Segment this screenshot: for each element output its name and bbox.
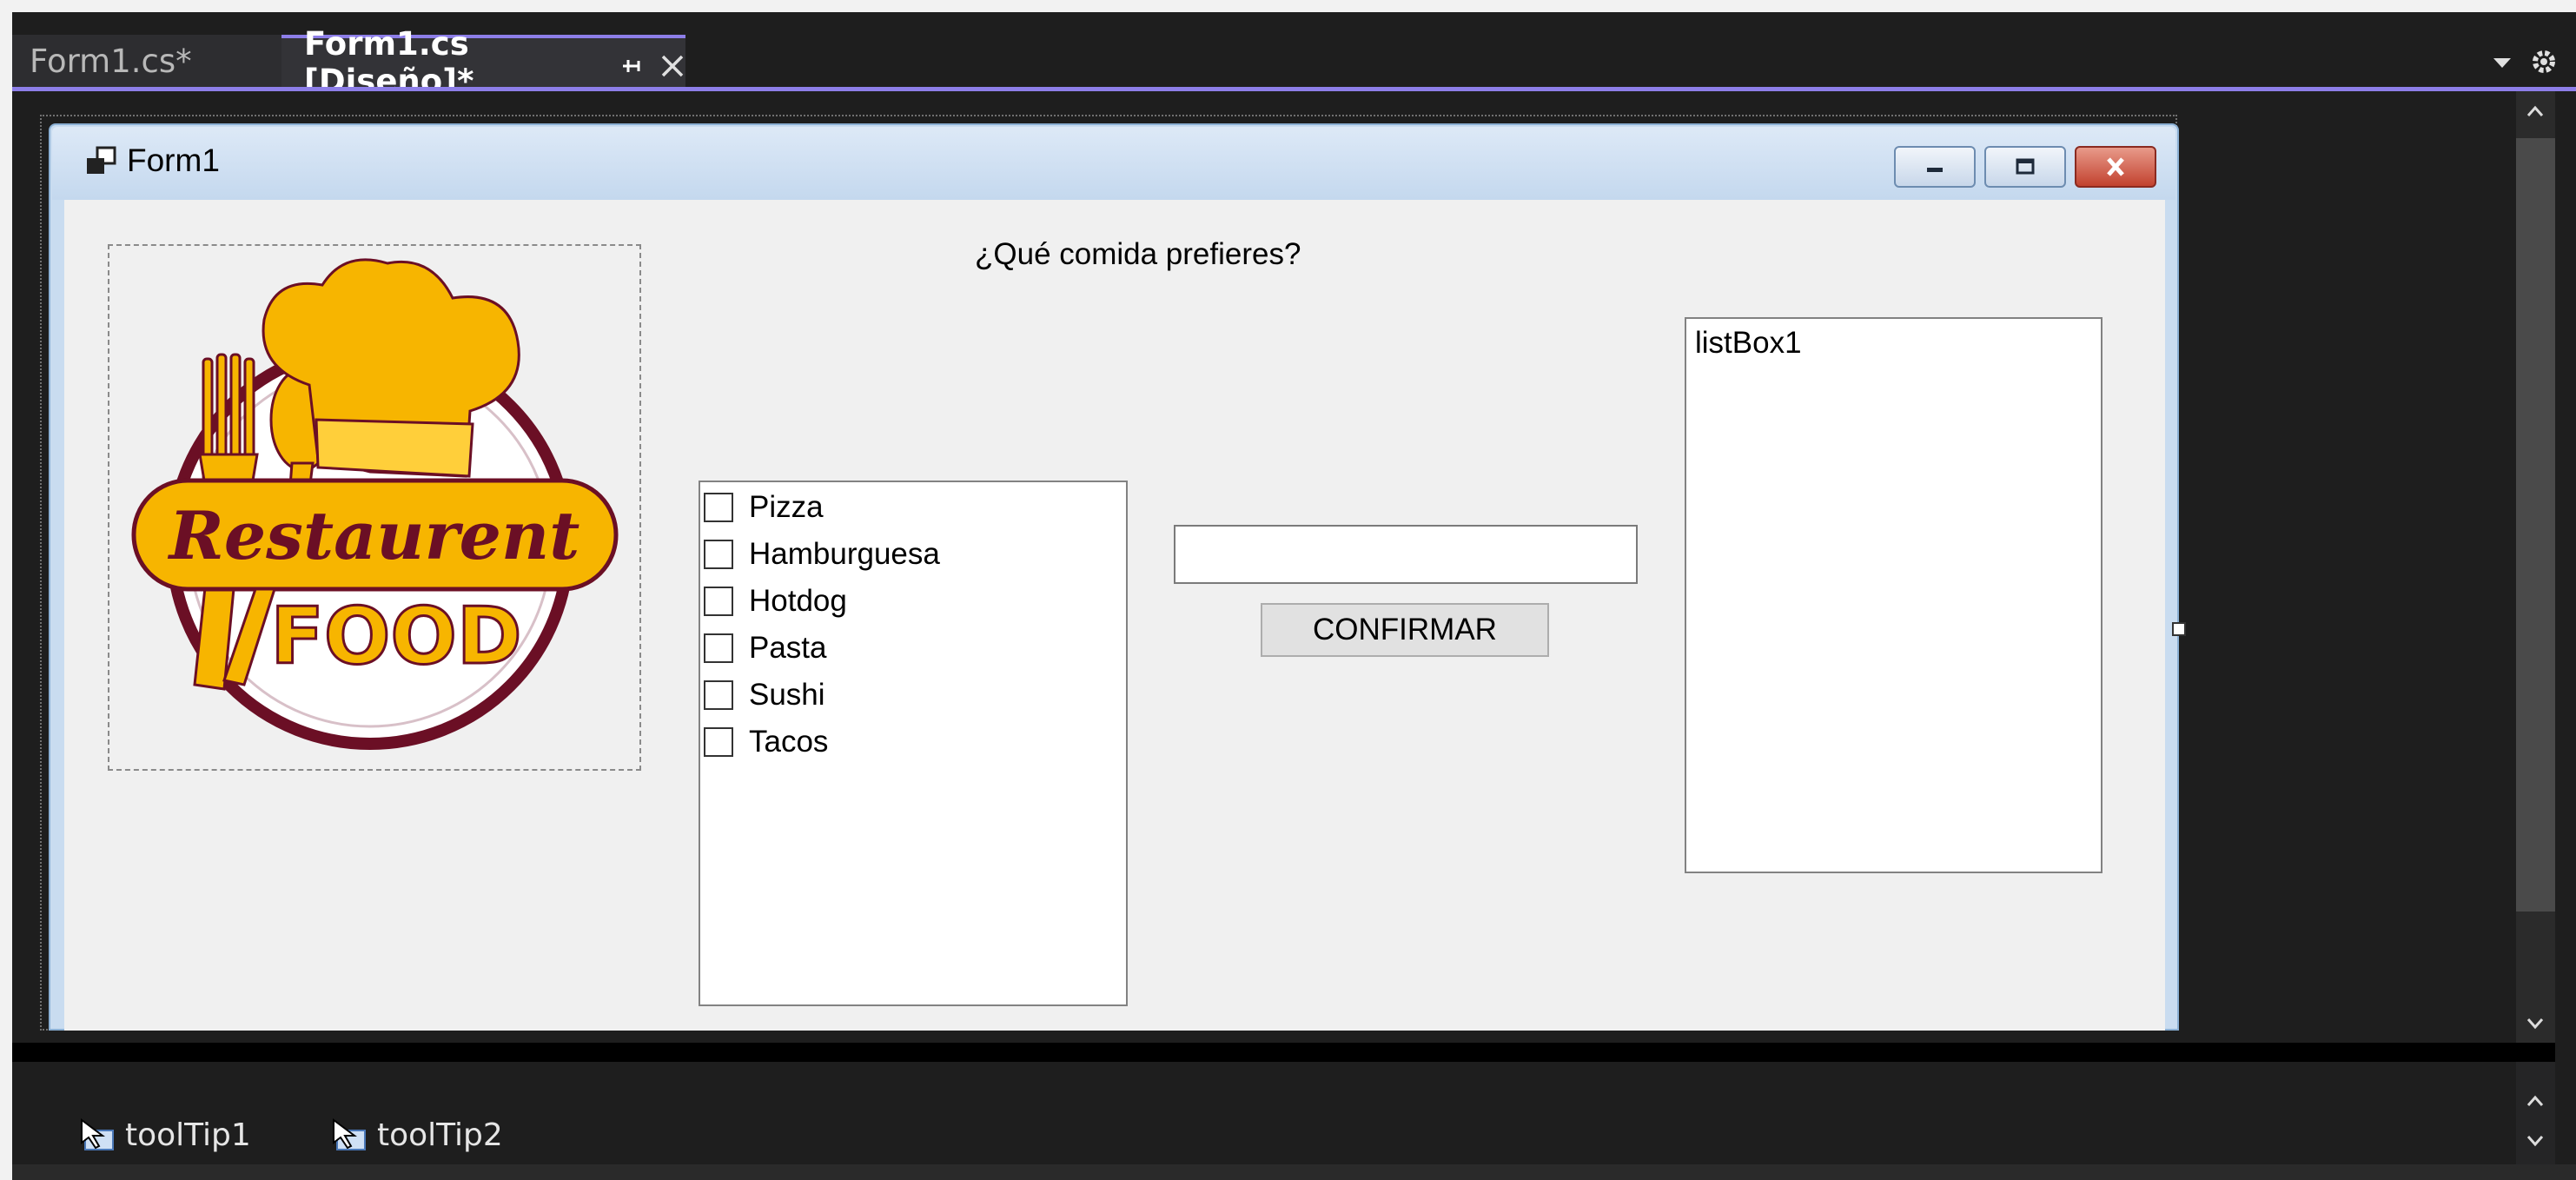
tooltip-component-icon (78, 1117, 116, 1153)
check-item-label: Sushi (749, 678, 825, 712)
checkbox-icon[interactable] (704, 587, 733, 616)
checkbox-icon[interactable] (704, 633, 733, 663)
check-item-pasta[interactable]: Pasta (700, 625, 1126, 672)
check-item-sushi[interactable]: Sushi (700, 672, 1126, 719)
scrollbar-thumb[interactable] (2516, 138, 2555, 912)
minimize-button[interactable] (1894, 146, 1976, 188)
logo-bottom-text: FOOD (270, 591, 521, 682)
check-item-label: Pasta (749, 631, 827, 665)
tab-label: Form1.cs* (30, 42, 192, 80)
tray-item-label: toolTip2 (377, 1117, 503, 1153)
restaurant-food-logo: Restaurent FOOD (131, 258, 619, 750)
maximize-button[interactable] (1984, 146, 2066, 188)
food-checklist[interactable]: Pizza Hamburguesa Hotdog Pasta Sushi Tac… (699, 481, 1128, 1006)
scroll-up-icon[interactable] (2516, 98, 2555, 131)
check-item-hotdog[interactable]: Hotdog (700, 578, 1126, 625)
check-item-pizza[interactable]: Pizza (700, 484, 1126, 531)
picture-box[interactable]: Restaurent FOOD (108, 244, 641, 771)
tray-item-tooltip1[interactable]: toolTip1 (78, 1117, 251, 1153)
checkbox-icon[interactable] (704, 540, 733, 569)
checkbox-icon[interactable] (704, 493, 733, 522)
question-label: ¿Qué comida prefieres? (975, 237, 1301, 271)
tray-item-tooltip2[interactable]: toolTip2 (330, 1117, 503, 1153)
checkbox-icon[interactable] (704, 727, 733, 757)
maximize-icon (2016, 158, 2035, 175)
component-tray: toolTip1 toolTip2 (12, 1062, 2555, 1164)
listbox-item[interactable]: listBox1 (1695, 326, 1802, 361)
form-title-bar[interactable]: Form1 (52, 127, 2175, 200)
resize-handle[interactable] (2172, 622, 2186, 636)
tray-item-label: toolTip1 (125, 1117, 251, 1153)
checkbox-icon[interactable] (704, 680, 733, 710)
check-item-label: Pizza (749, 490, 824, 524)
gear-icon[interactable] (2529, 47, 2559, 76)
scroll-down-icon[interactable] (2516, 1011, 2555, 1044)
selection-textbox[interactable] (1174, 525, 1638, 584)
check-item-tacos[interactable]: Tacos (700, 719, 1126, 766)
splitter-bar[interactable] (12, 1043, 2555, 1062)
tab-form1-design[interactable]: Form1.cs [Diseño]* (281, 25, 685, 100)
result-listbox[interactable]: listBox1 (1685, 317, 2103, 873)
check-item-label: Tacos (749, 725, 829, 759)
form-title: Form1 (127, 143, 220, 178)
tab-overflow-dropdown-icon[interactable] (2492, 54, 2513, 71)
close-button[interactable] (2075, 146, 2156, 188)
tray-scrollbar[interactable] (2516, 1062, 2555, 1164)
form-app-icon (85, 146, 118, 177)
tab-form1-code[interactable]: Form1.cs* (12, 35, 281, 87)
confirm-button[interactable]: CONFIRMAR (1261, 603, 1549, 657)
logo-top-text: Restaurent (168, 497, 580, 574)
check-item-label: Hamburguesa (749, 537, 940, 571)
document-tab-strip: Form1.cs* Form1.cs [Diseño]* (12, 25, 2576, 100)
close-tab-icon[interactable] (659, 50, 685, 77)
minimize-icon (1927, 168, 1943, 172)
close-icon (2107, 157, 2124, 176)
check-item-hamburguesa[interactable]: Hamburguesa (700, 531, 1126, 578)
scroll-down-icon[interactable] (2516, 1128, 2555, 1157)
pin-icon[interactable] (619, 50, 642, 76)
check-item-label: Hotdog (749, 584, 847, 618)
tooltip-component-icon (330, 1117, 368, 1153)
status-strip (12, 1164, 2576, 1180)
scroll-up-icon[interactable] (2516, 1088, 2555, 1117)
